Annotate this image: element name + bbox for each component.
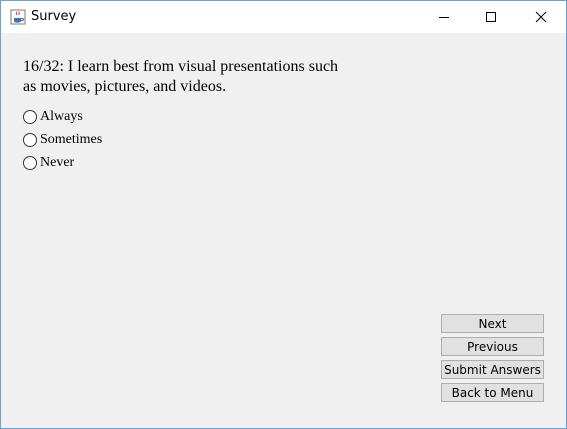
close-icon[interactable] bbox=[518, 1, 564, 33]
radio-button[interactable] bbox=[23, 155, 37, 170]
window-title: Survey bbox=[31, 9, 77, 24]
navigation-buttons: Next Previous Submit Answers Back to Men… bbox=[441, 314, 544, 406]
maximize-icon[interactable] bbox=[468, 1, 514, 33]
radio-button[interactable] bbox=[23, 132, 37, 147]
option-label: Sometimes bbox=[40, 131, 103, 147]
option-always[interactable]: Always bbox=[23, 105, 102, 128]
option-label: Never bbox=[40, 154, 75, 170]
back-to-menu-button[interactable]: Back to Menu bbox=[441, 383, 544, 402]
survey-window: Survey 16/32: I learn best from visual p… bbox=[0, 0, 567, 429]
submit-answers-button[interactable]: Submit Answers bbox=[441, 360, 544, 379]
radio-button[interactable] bbox=[23, 109, 37, 124]
option-never[interactable]: Never bbox=[23, 151, 102, 174]
java-cup-icon bbox=[10, 9, 26, 25]
next-button[interactable]: Next bbox=[441, 314, 544, 333]
title-bar[interactable]: Survey bbox=[1, 1, 566, 33]
minimize-icon[interactable] bbox=[421, 1, 467, 33]
option-label: Always bbox=[40, 108, 83, 124]
answer-options: Always Sometimes Never bbox=[23, 105, 102, 174]
option-sometimes[interactable]: Sometimes bbox=[23, 128, 102, 151]
question-text: 16/32: I learn best from visual presenta… bbox=[23, 58, 339, 95]
previous-button[interactable]: Previous bbox=[441, 337, 544, 356]
